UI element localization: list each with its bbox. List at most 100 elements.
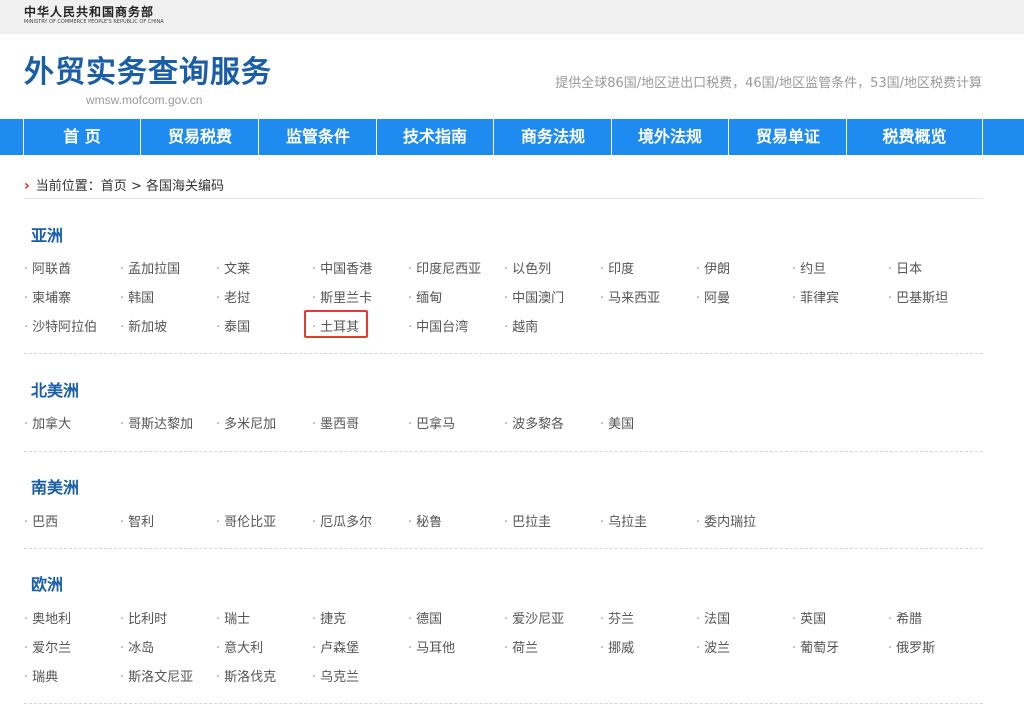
country-link[interactable]: · 巴西 xyxy=(24,511,58,530)
country-link[interactable]: · 哥伦比亚 xyxy=(216,511,276,530)
nav-item-6[interactable]: 贸易单证 xyxy=(730,119,847,155)
country-link[interactable]: · 德国 xyxy=(408,608,442,627)
country-link[interactable]: · 哥斯达黎加 xyxy=(120,413,193,432)
country-link[interactable]: · 巴拿马 xyxy=(408,413,455,432)
nav-item-3[interactable]: 技术指南 xyxy=(377,119,494,155)
country-link[interactable]: · 爱尔兰 xyxy=(24,637,71,656)
country-link[interactable]: · 巴基斯坦 xyxy=(888,287,948,306)
country-link[interactable]: · 捷克 xyxy=(312,608,346,627)
country-link[interactable]: · 委内瑞拉 xyxy=(696,511,756,530)
country-link[interactable]: · 老挝 xyxy=(216,287,250,306)
country-name: 委内瑞拉 xyxy=(704,515,757,530)
breadcrumb-separator: > xyxy=(130,179,142,194)
country-link[interactable]: · 爱沙尼亚 xyxy=(504,608,564,627)
country-link[interactable]: · 希腊 xyxy=(888,608,922,627)
country-link[interactable]: · 印度尼西亚 xyxy=(408,258,481,277)
nav-item-7[interactable]: 税费概览 xyxy=(847,119,983,155)
breadcrumb-current: 各国海关编码 xyxy=(146,179,225,194)
country-link[interactable]: · 韩国 xyxy=(120,287,154,306)
country-name: 比利时 xyxy=(128,612,168,627)
nav-item-2[interactable]: 监管条件 xyxy=(260,119,377,155)
country-link[interactable]: · 斯里兰卡 xyxy=(312,287,372,306)
country-link[interactable]: · 柬埔寨 xyxy=(24,287,71,306)
country-name: 巴西 xyxy=(32,515,59,530)
ministry-logo[interactable]: 中华人民共和国商务部 MINISTRY OF COMMERCE PEOPLE'S… xyxy=(24,5,164,26)
site-brand[interactable]: 外贸实务查询服务 wmsw.mofcom.gov.cn xyxy=(24,54,272,107)
country-link[interactable]: · 瑞士 xyxy=(216,608,250,627)
country-link[interactable]: · 孟加拉国 xyxy=(120,258,180,277)
country-link[interactable]: · 葡萄牙 xyxy=(792,637,839,656)
bullet-icon: · xyxy=(888,641,893,656)
country-link[interactable]: · 芬兰 xyxy=(600,608,634,627)
nav-item-0[interactable]: 首 页 xyxy=(24,119,141,155)
country-link[interactable]: · 厄瓜多尔 xyxy=(312,511,372,530)
bullet-icon: · xyxy=(408,515,413,530)
country-name: 马来西亚 xyxy=(608,291,661,306)
bullet-icon: · xyxy=(312,291,317,306)
country-link[interactable]: · 日本 xyxy=(888,258,922,277)
country-link[interactable]: · 中国澳门 xyxy=(504,287,564,306)
country-link[interactable]: · 文莱 xyxy=(216,258,250,277)
breadcrumb: › 当前位置：首页 > 各国海关编码 xyxy=(24,175,224,194)
country-link[interactable]: · 法国 xyxy=(696,608,730,627)
country-name: 马耳他 xyxy=(416,641,456,656)
country-link[interactable]: · 波多黎各 xyxy=(504,413,564,432)
country-name: 芬兰 xyxy=(608,612,635,627)
nav-item-5[interactable]: 境外法规 xyxy=(612,119,729,155)
country-link[interactable]: · 意大利 xyxy=(216,637,263,656)
country-link[interactable]: · 乌拉圭 xyxy=(600,511,647,530)
country-link[interactable]: · 中国香港 xyxy=(312,258,372,277)
country-link[interactable]: · 以色列 xyxy=(504,258,551,277)
country-link[interactable]: · 挪威 xyxy=(600,637,634,656)
country-link[interactable]: · 卢森堡 xyxy=(312,637,359,656)
country-link[interactable]: · 俄罗斯 xyxy=(888,637,935,656)
country-link[interactable]: · 阿曼 xyxy=(696,287,730,306)
bullet-icon: · xyxy=(120,641,125,656)
country-link[interactable]: · 奥地利 xyxy=(24,608,71,627)
breadcrumb-home-link[interactable]: 首页 xyxy=(101,179,127,194)
country-link[interactable]: · 加拿大 xyxy=(24,413,71,432)
nav-item-1[interactable]: 贸易税费 xyxy=(142,119,259,155)
country-link[interactable]: · 瑞典 xyxy=(24,666,58,685)
country-link[interactable]: · 阿联酋 xyxy=(24,258,71,277)
country-link[interactable]: · 秘鲁 xyxy=(408,511,442,530)
country-link[interactable]: · 斯洛文尼亚 xyxy=(120,666,193,685)
bullet-icon: · xyxy=(408,641,413,656)
country-link[interactable]: · 巴拉圭 xyxy=(504,511,551,530)
bullet-icon: · xyxy=(792,291,797,306)
country-name: 瑞士 xyxy=(224,612,251,627)
country-name: 意大利 xyxy=(224,641,264,656)
country-link[interactable]: · 约旦 xyxy=(792,258,826,277)
country-name: 柬埔寨 xyxy=(32,291,72,306)
country-link[interactable]: · 印度 xyxy=(600,258,634,277)
nav-item-4[interactable]: 商务法规 xyxy=(495,119,612,155)
country-link[interactable]: · 冰岛 xyxy=(120,637,154,656)
country-link[interactable]: · 马耳他 xyxy=(408,637,455,656)
country-name: 葡萄牙 xyxy=(800,641,840,656)
country-link[interactable]: · 荷兰 xyxy=(504,637,538,656)
country-link[interactable]: · 沙特阿拉伯 xyxy=(24,316,97,335)
country-link[interactable]: · 智利 xyxy=(120,511,154,530)
bullet-icon: · xyxy=(600,641,605,656)
country-link[interactable]: · 伊朗 xyxy=(696,258,730,277)
country-link[interactable]: · 比利时 xyxy=(120,608,167,627)
bullet-icon: · xyxy=(696,612,701,627)
bullet-icon: · xyxy=(120,262,125,277)
country-name: 爱沙尼亚 xyxy=(512,612,565,627)
country-link[interactable]: · 越南 xyxy=(504,316,538,335)
country-link[interactable]: · 美国 xyxy=(600,413,634,432)
country-link[interactable]: · 英国 xyxy=(792,608,826,627)
country-link[interactable]: · 波兰 xyxy=(696,637,730,656)
bullet-icon: · xyxy=(408,417,413,432)
country-link[interactable]: · 新加坡 xyxy=(120,316,167,335)
country-link[interactable]: · 中国台湾 xyxy=(408,316,468,335)
country-link[interactable]: · 缅甸 xyxy=(408,287,442,306)
country-link[interactable]: · 乌克兰 xyxy=(312,666,359,685)
bullet-icon: · xyxy=(408,262,413,277)
country-link[interactable]: · 多米尼加 xyxy=(216,413,276,432)
country-link[interactable]: · 马来西亚 xyxy=(600,287,660,306)
country-link[interactable]: · 墨西哥 xyxy=(312,413,359,432)
country-link[interactable]: · 泰国 xyxy=(216,316,250,335)
country-link[interactable]: · 菲律宾 xyxy=(792,287,839,306)
country-link[interactable]: · 斯洛伐克 xyxy=(216,666,276,685)
